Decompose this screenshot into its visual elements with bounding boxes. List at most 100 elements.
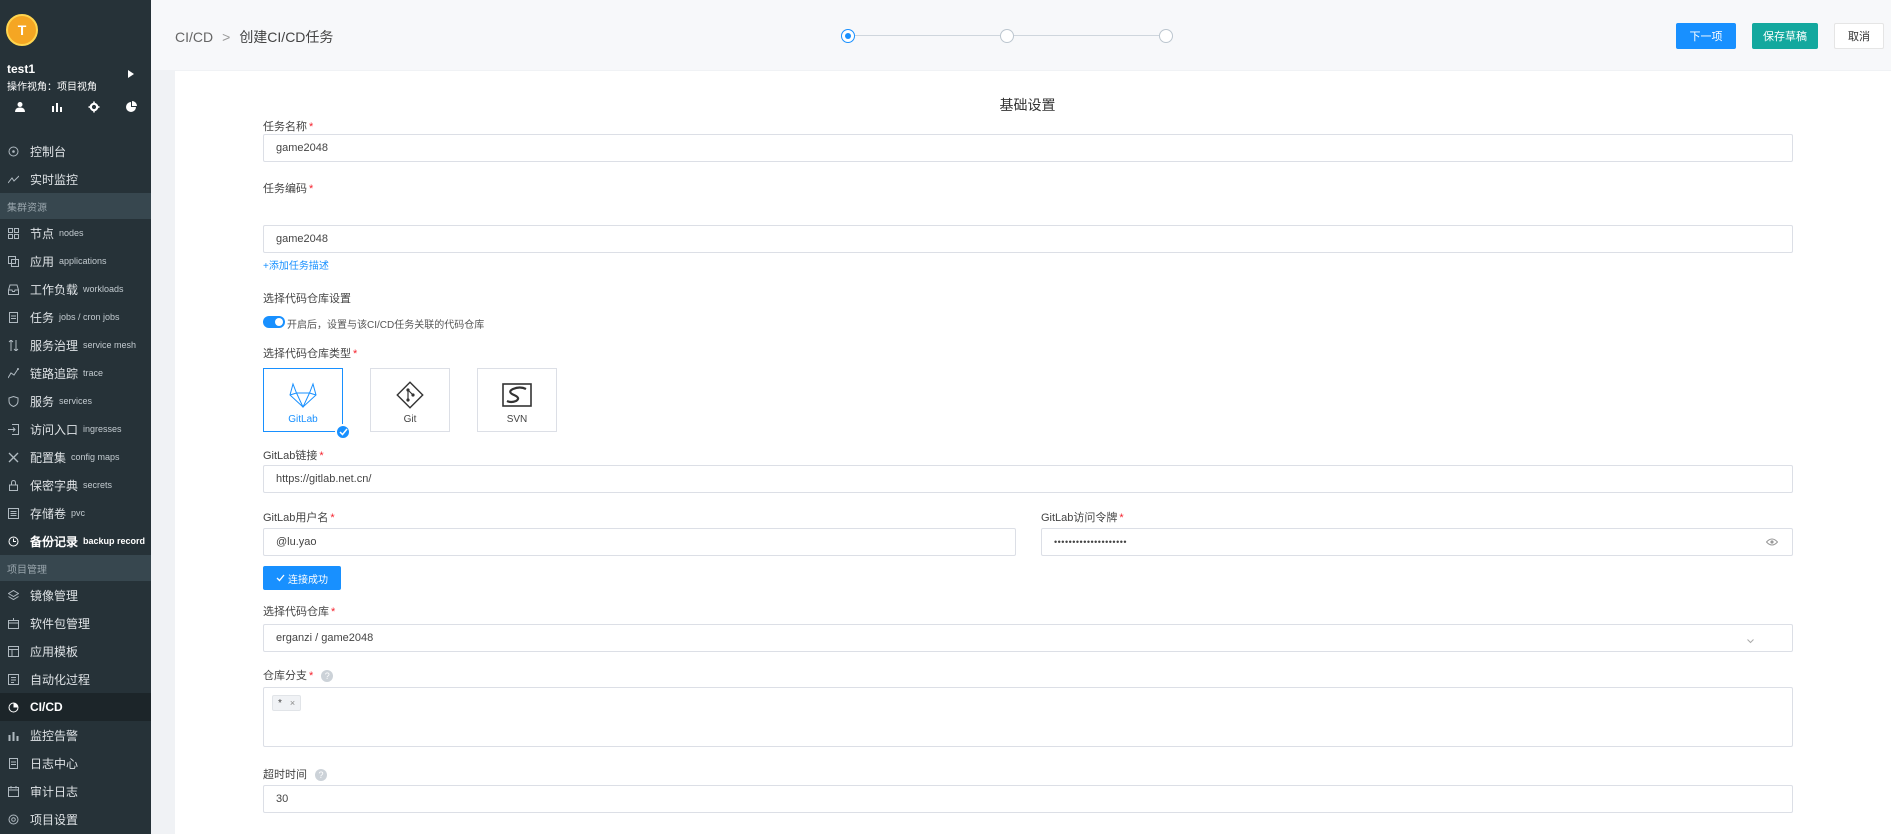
avatar[interactable]: T (6, 14, 38, 46)
sidebar-item-label: 实时监控 (30, 172, 79, 187)
gear-icon[interactable] (85, 98, 103, 116)
sidebar-item-workloads[interactable]: 工作负载 workloads (0, 275, 151, 303)
repo-type-label-gitlab: GitLab (288, 414, 318, 425)
sidebar-item-en: service mesh (83, 340, 137, 350)
pie-chart-icon[interactable] (122, 98, 140, 116)
sidebar-item-pvc[interactable]: 存储卷 pvc (0, 499, 151, 527)
sidebar-item-app-templates[interactable]: 应用模板 (0, 637, 151, 665)
dashboard-icon (7, 145, 19, 157)
sidebar-item-cicd[interactable]: CI/CD (0, 693, 151, 721)
sidebar-item-label: 保密字典 (30, 478, 79, 493)
copy-icon (7, 255, 19, 267)
sidebar-item-monitor[interactable]: 实时监控 (0, 165, 151, 193)
sidebar-item-project-settings[interactable]: 项目设置 (0, 805, 151, 833)
branch-tag: * × (272, 695, 302, 711)
sidebar-item-en: pvc (71, 508, 86, 518)
settings-icon (7, 813, 19, 825)
task-code-label-text: 任务编码 (263, 183, 307, 195)
automation-icon (7, 673, 19, 685)
repo-select[interactable]: erganzi / game2048 (263, 624, 1793, 652)
bar-chart-icon[interactable] (48, 98, 66, 116)
sidebar-item-label: 应用 (30, 254, 55, 269)
sidebar-item-images[interactable]: 镜像管理 (0, 581, 151, 609)
gitlab-user-input[interactable]: @lu.yao (263, 528, 1016, 556)
sidebar-item-label: 自动化过程 (30, 672, 91, 687)
sidebar-item-nodes[interactable]: 节点 nodes (0, 219, 151, 247)
sidebar-item-config-maps[interactable]: 配置集 config maps (0, 443, 151, 471)
gitlab-user-value: @lu.yao (276, 536, 317, 548)
help-icon[interactable]: ? (321, 670, 334, 683)
menu-group-cluster: 集群资源 (0, 193, 151, 219)
check-icon (335, 424, 351, 440)
required-mark: * (330, 512, 335, 524)
gitlab-url-input[interactable]: https://gitlab.net.cn/ (263, 465, 1793, 493)
calendar-icon (7, 785, 19, 797)
sidebar-item-label: 链路追踪 (30, 366, 79, 381)
user-icon[interactable] (11, 98, 29, 116)
branch-tag-text: * (278, 697, 282, 709)
sidebar-item-automation[interactable]: 自动化过程 (0, 665, 151, 693)
help-icon[interactable]: ? (315, 769, 327, 782)
repo-select-label: 选择代码仓库 * (263, 603, 335, 619)
sidebar-item-en: backup record (83, 536, 146, 546)
repo-select-value: erganzi / game2048 (276, 632, 374, 644)
view-switch-label[interactable]: 操作视角：项目视角 (7, 78, 97, 93)
repo-type-gitlab[interactable]: GitLab (263, 368, 351, 440)
user-block: T test1 操作视角：项目视角 (0, 0, 151, 133)
required-mark: * (331, 606, 336, 618)
trace-icon (7, 367, 19, 379)
timeout-label-text: 超时时间 (263, 769, 307, 781)
sidebar-item-applications[interactable]: 应用 applications (0, 247, 151, 275)
sidebar-item-label: 访问入口 (30, 422, 79, 437)
gitlab-token-input[interactable]: •••••••••••••••••••• (1041, 528, 1793, 556)
breadcrumb-root[interactable]: CI/CD (175, 29, 213, 45)
connect-button[interactable]: 连接成功 (263, 566, 341, 590)
sidebar-item-label: 审计日志 (30, 784, 79, 799)
sidebar-item-secrets[interactable]: 保密字典 secrets (0, 471, 151, 499)
gitlab-icon (288, 381, 318, 409)
repo-type-git[interactable]: Git (370, 368, 450, 432)
sidebar-item-logs[interactable]: 日志中心 (0, 749, 151, 777)
sidebar-item-jobs[interactable]: 任务 jobs / cron jobs (0, 303, 151, 331)
sidebar-item-trace[interactable]: 链路追踪 trace (0, 359, 151, 387)
sidebar-item-service-mesh[interactable]: 服务治理 service mesh (0, 331, 151, 359)
repo-type-label: 选择代码仓库类型 * (263, 345, 357, 361)
step-connector (1014, 35, 1159, 36)
repo-type-svn[interactable]: SVN (477, 368, 557, 432)
sidebar-item-en: secrets (83, 480, 113, 490)
sidebar-item-ingresses[interactable]: 访问入口 ingresses (0, 415, 151, 443)
sidebar-item-services[interactable]: 服务 services (0, 387, 151, 415)
file-icon (7, 311, 19, 323)
grid-icon (7, 227, 19, 239)
sidebar-item-backup-record[interactable]: 备份记录 backup record (0, 527, 151, 555)
branch-input[interactable] (263, 687, 1793, 747)
repo-setting-toggle[interactable] (263, 316, 285, 328)
task-name-input[interactable]: game2048 (263, 134, 1793, 162)
step-2 (1000, 29, 1014, 43)
timeout-input[interactable]: 30 (263, 785, 1793, 813)
timeout-value: 30 (276, 793, 289, 805)
next-button[interactable]: 下一项 (1676, 23, 1736, 49)
branch-label-text: 仓库分支 (263, 670, 307, 682)
database-icon (7, 507, 19, 519)
gitlab-user-label-text: GitLab用户名 (263, 512, 329, 524)
sidebar-item-label: 镜像管理 (30, 588, 79, 603)
eye-icon[interactable] (1765, 538, 1779, 548)
task-code-input[interactable]: game2048 (263, 225, 1793, 253)
caret-right-icon[interactable] (128, 70, 134, 78)
save-draft-button[interactable]: 保存草稿 (1752, 23, 1818, 49)
repo-type-label-git: Git (403, 414, 417, 425)
sidebar-item-packages[interactable]: 软件包管理 (0, 609, 151, 637)
cancel-button[interactable]: 取消 (1834, 23, 1884, 49)
task-name-value: game2048 (276, 142, 328, 154)
sidebar-item-dashboard[interactable]: 控制台 (0, 137, 151, 165)
sidebar-item-alerts[interactable]: 监控告警 (0, 721, 151, 749)
section-title: 基础设置 (999, 97, 1056, 113)
sidebar-item-label: 控制台 (30, 144, 67, 159)
swap-icon (7, 339, 19, 351)
add-description-link[interactable]: +添加任务描述 (263, 257, 329, 272)
page-header: CI/CD > 创建CI/CD任务 下一项 保存草稿 取消 (151, 0, 1891, 70)
required-mark: * (1119, 512, 1124, 524)
sidebar-item-audit[interactable]: 审计日志 (0, 777, 151, 805)
tag-close-icon[interactable]: × (290, 698, 295, 708)
